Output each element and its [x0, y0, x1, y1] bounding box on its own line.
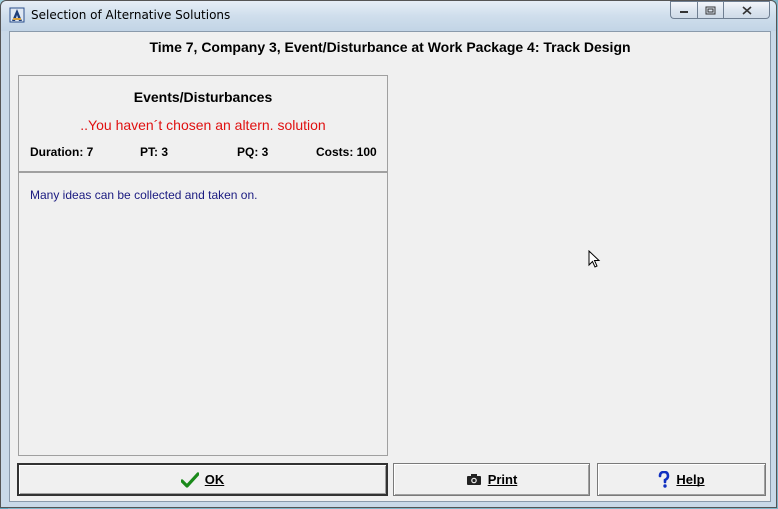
- window-title: Selection of Alternative Solutions: [31, 8, 231, 22]
- close-button[interactable]: [724, 1, 770, 19]
- close-icon: [741, 5, 752, 15]
- question-mark-icon: [658, 471, 670, 488]
- help-button[interactable]: Help: [597, 463, 766, 496]
- ok-button-label: OK: [204, 472, 225, 487]
- print-button-label: Print: [487, 472, 518, 487]
- minimize-button[interactable]: [670, 1, 697, 19]
- selection-status: ..You haven´t chosen an altern. solution: [80, 117, 326, 133]
- maximize-button[interactable]: [697, 1, 724, 19]
- dialog-window: Selection of Alternative Solutions Time …: [0, 0, 777, 508]
- minimize-icon: [680, 11, 688, 13]
- page-title: Time 7, Company 3, Event/Disturbance at …: [149, 39, 631, 55]
- panel-title: Events/Disturbances: [133, 89, 273, 105]
- costs-value: Costs: 100: [316, 145, 377, 159]
- app-logo-icon: [9, 7, 25, 23]
- window-controls: [670, 1, 770, 20]
- event-summary-panel: Events/Disturbances ..You haven´t chosen…: [18, 75, 388, 172]
- pt-value: PT: 3: [140, 145, 169, 159]
- duration-value: Duration: 7: [30, 145, 94, 159]
- title-bar[interactable]: Selection of Alternative Solutions: [1, 1, 776, 31]
- restore-icon: [705, 6, 716, 14]
- print-button[interactable]: Print: [393, 463, 590, 496]
- description-panel: Many ideas can be collected and taken on…: [18, 172, 388, 456]
- help-button-label: Help: [676, 472, 705, 487]
- dialog-client-area: Time 7, Company 3, Event/Disturbance at …: [9, 31, 771, 502]
- mouse-pointer-icon: [588, 250, 601, 268]
- ok-button[interactable]: OK: [17, 463, 388, 496]
- camera-icon: [466, 473, 482, 486]
- checkmark-icon: [180, 471, 199, 488]
- pq-value: PQ: 3: [237, 145, 269, 159]
- event-description: Many ideas can be collected and taken on…: [30, 188, 258, 202]
